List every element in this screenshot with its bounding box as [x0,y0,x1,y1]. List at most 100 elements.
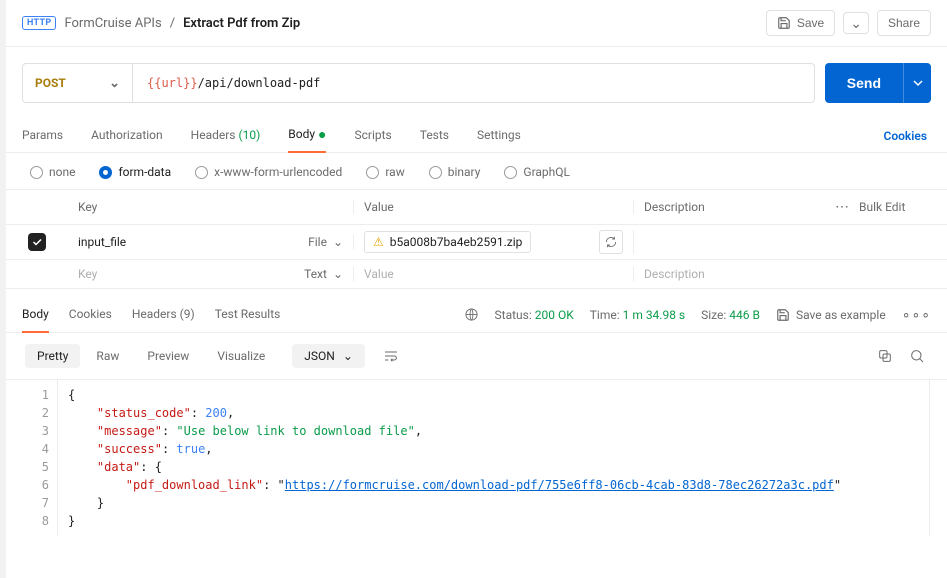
response-more-icon[interactable]: ∘∘∘ [902,307,931,323]
url-input[interactable]: {{url}}/api/download-pdf [133,76,814,90]
save-as-example-button[interactable]: Save as example [776,308,886,322]
tab-authorization[interactable]: Authorization [91,120,163,152]
method-select[interactable]: POST ⌄ [23,64,133,102]
request-tabs: Params Authorization Headers (10) Body ●… [6,113,947,153]
file-chip[interactable]: ⚠ b5a008b7ba4eb2591.zip [364,231,531,253]
tab-body-label: Body [288,127,315,141]
reload-file-button[interactable] [599,230,623,254]
send-button-label: Send [847,75,881,91]
request-row: POST ⌄ {{url}}/api/download-pdf Send [6,47,947,113]
header-value: Value [354,200,634,214]
time-meta: Time: 1 m 34.98 s [590,308,685,322]
chevron-down-icon: ⌄ [333,267,343,281]
file-name: b5a008b7ba4eb2591.zip [390,235,523,249]
body-modified-dot-icon: ● [318,127,326,143]
response-toolbar: Pretty Raw Preview Visualize JSON ⌄ [6,332,947,380]
line-gutter: 12345678 [22,380,58,536]
form-data-table: Key Value Description ⋯ Bulk Edit input_… [6,189,947,288]
response-tab-test-results[interactable]: Test Results [215,297,281,332]
response-tab-body[interactable]: Body [22,297,49,333]
view-visualize[interactable]: Visualize [205,344,277,368]
value-placeholder[interactable]: Value [364,267,394,281]
radio-form-data[interactable]: form-data [99,165,171,179]
format-select[interactable]: JSON ⌄ [292,344,365,368]
tab-settings[interactable]: Settings [477,120,521,152]
chevron-down-icon: ⌄ [109,76,120,91]
save-icon [776,308,790,322]
response-tab-headers[interactable]: Headers (9) [132,297,195,332]
save-button[interactable]: Save [766,10,835,36]
key-value[interactable]: input_file [78,235,126,249]
copy-icon [877,348,893,364]
method-url: POST ⌄ {{url}}/api/download-pdf [22,63,815,103]
radio-icon [366,166,379,179]
chevron-down-icon: ⌄ [333,235,343,249]
radio-x-www[interactable]: x-www-form-urlencoded [195,165,342,179]
bulk-edit-link[interactable]: Bulk Edit [859,200,905,214]
send-button[interactable]: Send [825,63,903,103]
tab-params[interactable]: Params [22,120,63,152]
share-button[interactable]: Share [877,10,931,36]
http-icon: HTTP [22,16,56,30]
tab-headers[interactable]: Headers (10) [191,120,261,152]
radio-icon [429,166,442,179]
tab-scripts[interactable]: Scripts [354,120,391,152]
tab-body[interactable]: Body ● [288,119,326,153]
tab-tests[interactable]: Tests [420,120,449,152]
topbar: HTTP FormCruise APIs / Extract Pdf from … [6,0,947,47]
url-variable: {{url}} [147,76,198,90]
cookies-link[interactable]: Cookies [883,121,927,151]
radio-raw[interactable]: raw [366,165,404,179]
view-preview[interactable]: Preview [135,344,201,368]
tab-headers-count: (10) [238,128,260,142]
row-checkbox[interactable] [28,233,46,251]
radio-binary[interactable]: binary [429,165,481,179]
search-icon [909,348,925,364]
table-header-row: Key Value Description ⋯ Bulk Edit [6,190,947,225]
save-button-label: Save [797,16,824,30]
search-button[interactable] [903,342,931,370]
refresh-icon [604,235,618,249]
breadcrumb-request[interactable]: Extract Pdf from Zip [183,16,300,31]
more-options-icon[interactable]: ⋯ [835,199,851,215]
json-code[interactable]: { "status_code": 200, "message": "Use be… [58,380,929,536]
response-tab-cookies[interactable]: Cookies [69,297,112,332]
save-icon [777,16,791,30]
table-row: input_file File ⌄ ⚠ b5a008b7ba4eb2591.zi… [6,225,947,260]
header-description: Description [634,200,827,214]
method-value: POST [35,76,66,90]
breadcrumb: HTTP FormCruise APIs / Extract Pdf from … [22,16,300,31]
description-placeholder[interactable]: Description [644,267,705,281]
key-placeholder[interactable]: Key [78,267,97,281]
radio-icon [99,166,112,179]
share-button-label: Share [888,16,920,30]
type-select[interactable]: Text ⌄ [304,267,343,281]
size-value: 446 B [729,308,760,322]
view-raw[interactable]: Raw [84,344,131,368]
size-meta: Size: 446 B [701,308,760,322]
radio-none[interactable]: none [30,165,75,179]
radio-icon [195,166,208,179]
tab-headers-label: Headers [191,128,236,142]
url-path: /api/download-pdf [198,76,321,90]
wrap-icon [383,348,399,364]
send-options-button[interactable] [903,63,931,103]
copy-button[interactable] [871,342,899,370]
table-placeholder-row: Key Text ⌄ Value Description [6,260,947,288]
breadcrumb-separator: / [170,16,175,31]
response-header: Body Cookies Headers (9) Test Results St… [6,288,947,332]
warning-icon: ⚠ [373,235,384,249]
radio-icon [30,166,43,179]
view-pretty[interactable]: Pretty [25,344,80,368]
header-key: Key [68,200,354,214]
save-options-button[interactable] [843,12,869,34]
breadcrumb-collection[interactable]: FormCruise APIs [64,16,161,31]
chevron-down-icon [913,78,923,88]
json-viewer: 12345678 { "status_code": 200, "message"… [22,380,930,536]
time-value: 1 m 34.98 s [623,308,686,322]
radio-graphql[interactable]: GraphQL [504,165,570,179]
wrap-lines-button[interactable] [377,342,405,370]
network-icon[interactable] [464,307,479,322]
status-value: 200 OK [535,308,574,322]
type-select[interactable]: File ⌄ [308,235,343,249]
